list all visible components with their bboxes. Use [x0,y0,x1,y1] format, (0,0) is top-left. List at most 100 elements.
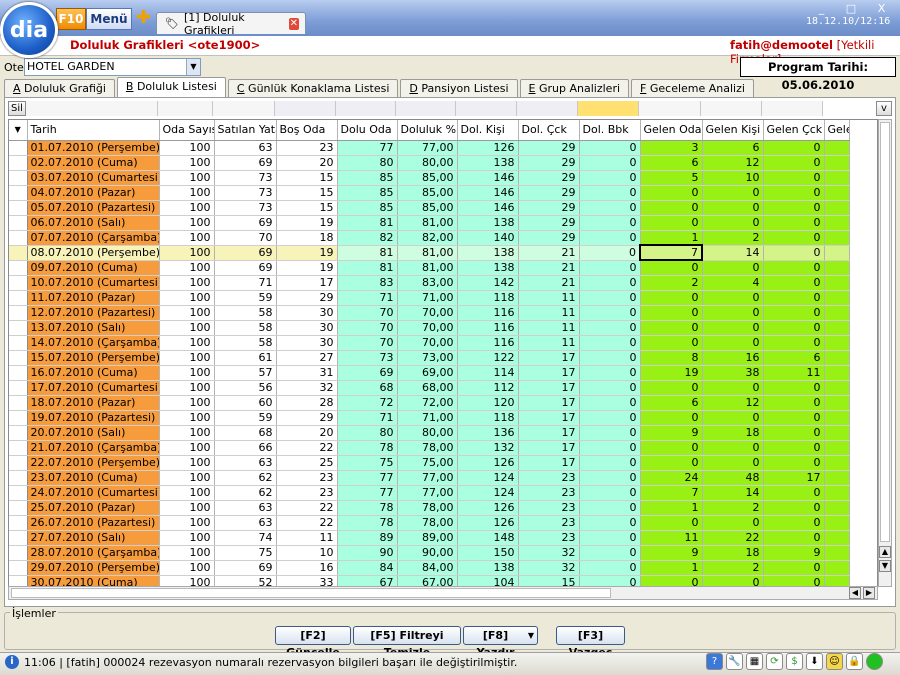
table-cell[interactable]: 58 [214,320,277,336]
table-cell[interactable]: 0 [640,185,703,201]
menu-button[interactable]: Menü [86,8,132,30]
table-cell[interactable]: 6 [702,140,764,156]
table-cell[interactable]: 81 [337,260,398,276]
row-indicator[interactable] [9,350,28,366]
table-cell[interactable]: 19 [276,215,338,231]
table-cell[interactable]: 100 [159,170,215,186]
table-cell[interactable]: 126 [457,455,519,471]
row-indicator[interactable] [9,485,28,501]
table-cell[interactable]: 58 [214,305,277,321]
table-cell[interactable]: 0 [763,530,825,546]
column-header[interactable]: Boş Oda [276,120,338,141]
table-cell[interactable]: 0 [763,305,825,321]
table-cell[interactable]: 100 [159,380,215,396]
download-icon[interactable]: ⬇ [806,653,823,670]
column-header[interactable]: Doluluk % [397,120,458,141]
column-header[interactable]: Satılan Yata [214,120,277,141]
table-cell[interactable]: 18 [702,545,764,561]
table-cell[interactable]: 72 [337,395,398,411]
table-cell[interactable]: 78,00 [397,440,458,456]
table-cell[interactable]: 0 [640,410,703,426]
table-cell[interactable]: 11 [518,305,580,321]
table-cell[interactable]: 120 [457,395,519,411]
table-cell[interactable]: 27.07.2010 (Salı) [27,530,160,546]
table-cell[interactable]: 12 [702,395,764,411]
table-cell[interactable]: 80 [337,155,398,171]
table-cell[interactable]: 126 [457,140,519,156]
table-cell[interactable]: 66 [214,440,277,456]
table-cell[interactable]: 0 [763,200,825,216]
table-cell[interactable]: 100 [159,425,215,441]
column-header[interactable]: Dol. Bbk [579,120,641,141]
table-cell[interactable]: 81,00 [397,260,458,276]
table-cell[interactable]: 100 [159,560,215,576]
table-cell[interactable]: 09.07.2010 (Cuma) [27,260,160,276]
table-cell[interactable]: 146 [457,170,519,186]
table-cell[interactable]: 71,00 [397,410,458,426]
table-cell[interactable]: 81 [337,215,398,231]
table-cell[interactable]: 21.07.2010 (Çarşamba) [27,440,160,456]
scroll-right-icon[interactable]: ▶ [863,587,875,599]
smiley-icon[interactable]: ☺ [826,653,843,670]
table-cell[interactable]: 0 [640,515,703,531]
table-cell[interactable] [824,260,850,276]
table-cell[interactable] [824,320,850,336]
table-cell[interactable]: 126 [457,500,519,516]
table-cell[interactable]: 24 [640,470,703,486]
table-cell[interactable]: 0 [763,500,825,516]
table-cell[interactable]: 84,00 [397,560,458,576]
table-cell[interactable]: 25 [276,455,338,471]
table-cell[interactable] [824,185,850,201]
table-cell[interactable]: 20 [276,425,338,441]
table-cell[interactable]: 71 [214,275,277,291]
tab-d[interactable]: D Pansiyon Listesi [400,79,518,97]
table-cell[interactable]: 23 [518,530,580,546]
currency-icon[interactable]: $ [786,653,803,670]
table-cell[interactable]: 27 [276,350,338,366]
table-cell[interactable]: 19.07.2010 (Pazartesi) [27,410,160,426]
table-cell[interactable]: 19 [640,365,703,381]
table-cell[interactable]: 100 [159,275,215,291]
tools-icon[interactable]: 🔧 [726,653,743,670]
table-cell[interactable]: 100 [159,290,215,306]
table-cell[interactable]: 100 [159,215,215,231]
table-cell[interactable]: 0 [702,515,764,531]
row-indicator[interactable] [9,365,28,381]
table-cell[interactable]: 29 [276,290,338,306]
f10-button[interactable]: F10 [56,8,86,30]
table-cell[interactable]: 11 [276,530,338,546]
table-cell[interactable]: 21 [518,245,580,261]
table-cell[interactable]: 1 [640,230,703,246]
table-cell[interactable]: 0 [763,410,825,426]
table-cell[interactable]: 32 [518,560,580,576]
table-cell[interactable]: 0 [579,245,641,261]
table-cell[interactable]: 71 [337,410,398,426]
table-cell[interactable] [824,425,850,441]
table-cell[interactable]: 61 [214,350,277,366]
table-cell[interactable]: 48 [702,470,764,486]
table-cell[interactable]: 11 [763,365,825,381]
table-cell[interactable]: 0 [763,275,825,291]
table-cell[interactable]: 0 [579,320,641,336]
table-cell[interactable]: 0 [579,560,641,576]
table-cell[interactable]: 69 [214,215,277,231]
table-cell[interactable]: 3 [640,140,703,156]
tab-f[interactable]: F Geceleme Analizi [631,79,754,97]
table-cell[interactable]: 08.07.2010 (Perşembe) [27,245,160,261]
table-cell[interactable]: 142 [457,275,519,291]
row-indicator[interactable] [9,230,28,246]
row-indicator[interactable] [9,410,28,426]
row-indicator[interactable] [9,215,28,231]
filter-cell[interactable] [336,101,396,116]
table-cell[interactable]: 0 [763,290,825,306]
table-cell[interactable]: 14.07.2010 (Çarşamba) [27,335,160,351]
table-cell[interactable]: 77,00 [397,470,458,486]
table-cell[interactable]: 62 [214,470,277,486]
row-indicator[interactable] [9,515,28,531]
table-cell[interactable]: 14 [702,485,764,501]
table-cell[interactable]: 62 [214,485,277,501]
table-cell[interactable]: 0 [763,170,825,186]
table-cell[interactable]: 29 [518,215,580,231]
table-cell[interactable]: 06.07.2010 (Salı) [27,215,160,231]
table-row[interactable]: 08.07.2010 (Perşembe) 100 69 19 81 81,00 138 21… [9,244,850,261]
